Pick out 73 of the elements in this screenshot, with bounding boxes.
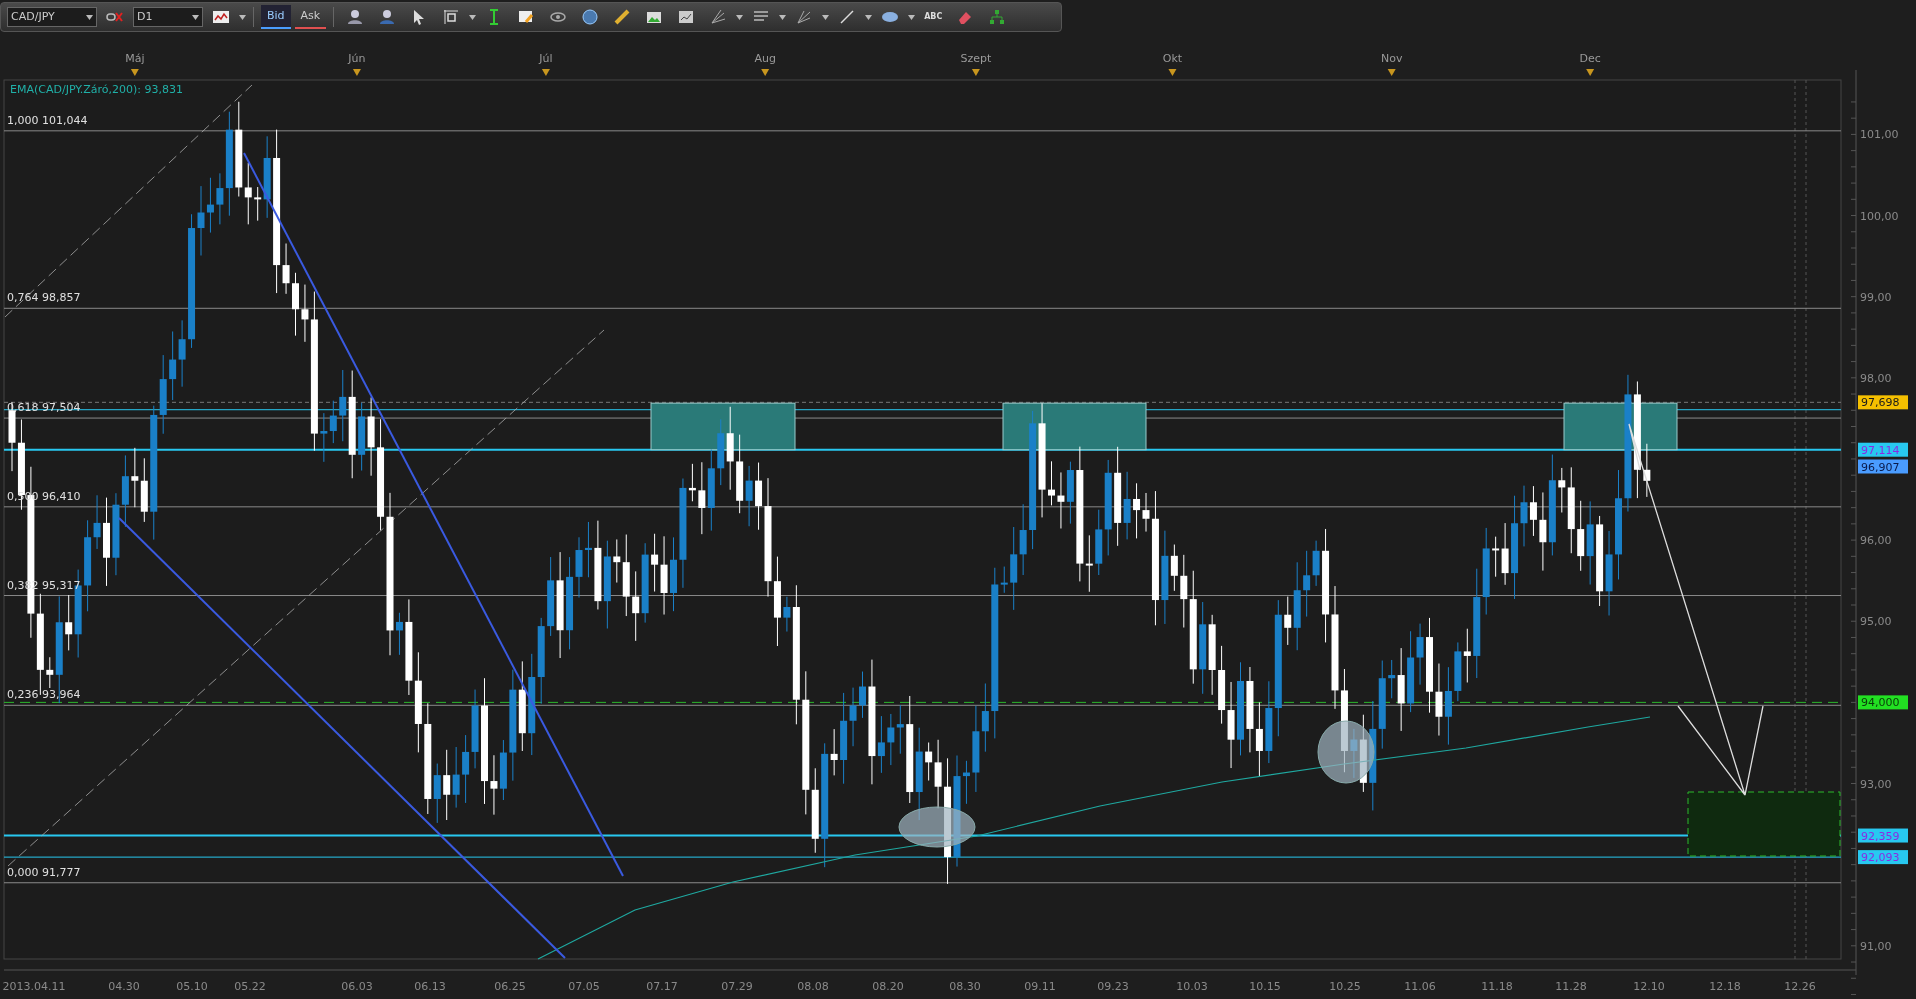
- fib-level-label: 0,764 98,857: [7, 291, 81, 305]
- price-axis-label: 99,00: [1860, 290, 1892, 304]
- date-axis-label: 10.03: [1176, 980, 1208, 993]
- price-axis-label: 101,00: [1860, 128, 1899, 142]
- month-marker-icon: [761, 69, 770, 76]
- date-axis-label: 09.11: [1024, 980, 1056, 993]
- caret-icon[interactable]: [736, 14, 744, 20]
- date-axis-label: 11.28: [1555, 980, 1587, 993]
- caret-icon[interactable]: [239, 14, 246, 20]
- month-label: Szept: [960, 52, 992, 65]
- date-axis-label: 12.10: [1633, 980, 1665, 993]
- date-axis-label: 06.25: [494, 980, 526, 993]
- indicator-legend: EMA(CAD/JPY.Záró,200): 93,831: [10, 83, 184, 96]
- caret-icon[interactable]: [192, 14, 199, 20]
- month-marker-icon: [1168, 69, 1177, 76]
- price-axis-label: 91,00: [1860, 939, 1892, 953]
- caret-icon[interactable]: [779, 14, 787, 20]
- date-axis-label: 07.05: [568, 980, 600, 993]
- symbol-dropdown[interactable]: CAD/JPY: [7, 7, 97, 27]
- month-label: Máj: [125, 52, 145, 65]
- month-label: Aug: [754, 52, 776, 65]
- date-axis-label: 05.10: [176, 980, 208, 993]
- price-tag-label: 96,907: [1861, 460, 1900, 474]
- date-axis-label: 2013.04.11: [2, 980, 66, 993]
- date-axis-label: 04.30: [108, 980, 140, 993]
- date-axis-label: 10.15: [1249, 980, 1281, 993]
- date-axis-label: 12.26: [1784, 980, 1816, 993]
- caret-icon[interactable]: [908, 14, 916, 20]
- month-marker-icon: [971, 69, 980, 76]
- caret-icon[interactable]: [865, 14, 873, 20]
- caret-icon[interactable]: [469, 14, 477, 20]
- month-marker-icon: [130, 69, 139, 76]
- month-label: Dec: [1579, 52, 1601, 65]
- month-label: Nov: [1380, 52, 1403, 65]
- fib-level-label: 0,000 91,777: [7, 865, 81, 879]
- highlight-ellipse: [1317, 720, 1375, 784]
- month-marker-icon: [541, 69, 550, 76]
- date-axis-label: 11.18: [1481, 980, 1513, 993]
- date-axis-label: 10.25: [1329, 980, 1361, 993]
- price-tag-label: 97,698: [1861, 396, 1900, 410]
- date-axis-label: 06.13: [414, 980, 446, 993]
- price-axis-label: 96,00: [1860, 534, 1892, 548]
- month-marker-icon: [352, 69, 361, 76]
- date-axis-label: 08.20: [872, 980, 904, 993]
- date-axis-label: 11.06: [1404, 980, 1436, 993]
- date-axis-label: 12.18: [1709, 980, 1741, 993]
- price-axis-label: 93,00: [1860, 777, 1892, 791]
- price-tab[interactable]: Ask: [294, 5, 327, 29]
- price-axis-label: 98,00: [1860, 371, 1892, 385]
- price-axis-label: 100,00: [1860, 209, 1899, 223]
- timeframe-dropdown[interactable]: D1: [133, 7, 203, 27]
- date-axis-label: 08.08: [797, 980, 829, 993]
- month-marker-icon: [1586, 69, 1595, 76]
- caret-icon[interactable]: [86, 14, 93, 20]
- date-axis-label: 07.29: [721, 980, 753, 993]
- month-label: Júl: [539, 52, 553, 65]
- month-label: Jún: [348, 52, 366, 65]
- date-axis-label: 09.23: [1097, 980, 1129, 993]
- date-axis-label: 06.03: [341, 980, 373, 993]
- price-tab[interactable]: Bid: [261, 5, 291, 29]
- month-label: Okt: [1162, 52, 1183, 65]
- price-tag-label: 97,114: [1861, 443, 1900, 457]
- date-axis-label: 05.22: [234, 980, 266, 993]
- text-tool-button[interactable]: ABC: [919, 5, 948, 29]
- month-marker-icon: [1387, 69, 1396, 76]
- price-tag-label: 94,000: [1861, 696, 1900, 710]
- date-axis-label: 07.17: [646, 980, 678, 993]
- price-tag-label: 92,359: [1861, 829, 1900, 843]
- price-axis-label: 95,00: [1860, 615, 1892, 629]
- price-tag-label: 92,093: [1861, 851, 1900, 865]
- date-axis-label: 08.30: [949, 980, 981, 993]
- fib-level-label: 1,000 101,044: [7, 113, 88, 127]
- caret-icon[interactable]: [822, 14, 830, 20]
